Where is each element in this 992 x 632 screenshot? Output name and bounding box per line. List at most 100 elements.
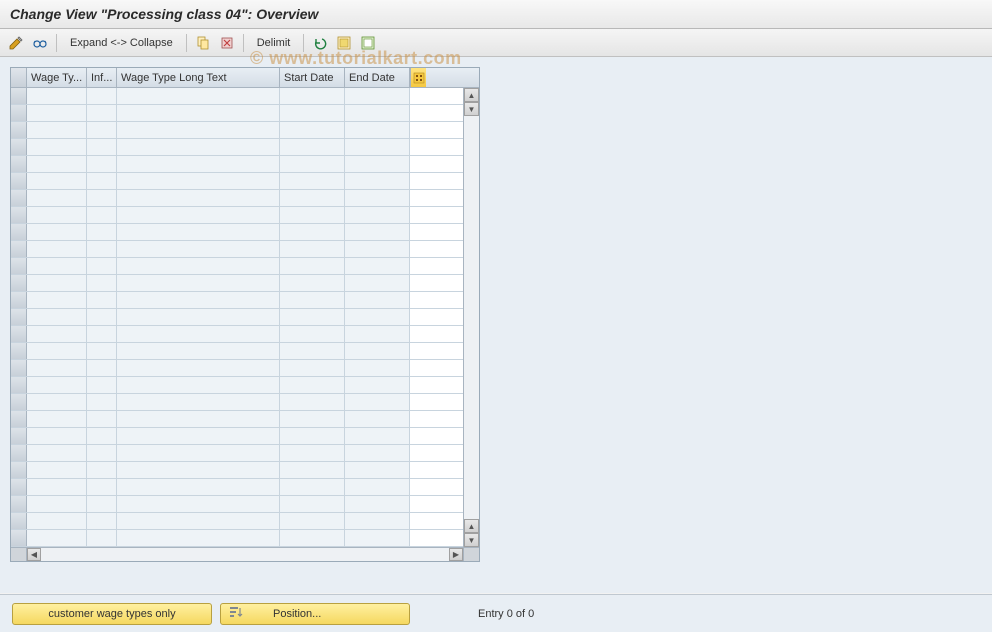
cell-end-date[interactable] <box>345 360 410 376</box>
cell-wage-type[interactable] <box>27 394 87 410</box>
cell-inf[interactable] <box>87 173 117 189</box>
cell-long-text[interactable] <box>117 445 280 461</box>
cell-end-date[interactable] <box>345 207 410 223</box>
row-selector[interactable] <box>11 445 27 461</box>
cell-long-text[interactable] <box>117 156 280 172</box>
row-selector[interactable] <box>11 513 27 529</box>
cell-end-date[interactable] <box>345 275 410 291</box>
cell-inf[interactable] <box>87 530 117 546</box>
col-header-inf[interactable]: Inf... <box>87 68 117 87</box>
cell-long-text[interactable] <box>117 309 280 325</box>
cell-start-date[interactable] <box>280 445 345 461</box>
row-selector[interactable] <box>11 496 27 512</box>
cell-wage-type[interactable] <box>27 241 87 257</box>
cell-end-date[interactable] <box>345 428 410 444</box>
cell-long-text[interactable] <box>117 173 280 189</box>
undo-icon[interactable] <box>310 33 330 53</box>
cell-inf[interactable] <box>87 122 117 138</box>
cell-inf[interactable] <box>87 394 117 410</box>
cell-end-date[interactable] <box>345 326 410 342</box>
cell-start-date[interactable] <box>280 105 345 121</box>
row-selector-header[interactable] <box>11 68 27 87</box>
cell-wage-type[interactable] <box>27 122 87 138</box>
cell-wage-type[interactable] <box>27 207 87 223</box>
cell-start-date[interactable] <box>280 139 345 155</box>
row-selector[interactable] <box>11 462 27 478</box>
cell-start-date[interactable] <box>280 156 345 172</box>
cell-start-date[interactable] <box>280 207 345 223</box>
cell-wage-type[interactable] <box>27 156 87 172</box>
cell-inf[interactable] <box>87 462 117 478</box>
cell-inf[interactable] <box>87 411 117 427</box>
cell-start-date[interactable] <box>280 173 345 189</box>
cell-inf[interactable] <box>87 496 117 512</box>
cell-start-date[interactable] <box>280 224 345 240</box>
row-selector[interactable] <box>11 326 27 342</box>
cell-end-date[interactable] <box>345 173 410 189</box>
cell-end-date[interactable] <box>345 411 410 427</box>
cell-inf[interactable] <box>87 275 117 291</box>
row-selector[interactable] <box>11 479 27 495</box>
cell-start-date[interactable] <box>280 88 345 104</box>
cell-end-date[interactable] <box>345 88 410 104</box>
cell-end-date[interactable] <box>345 190 410 206</box>
cell-inf[interactable] <box>87 156 117 172</box>
row-selector[interactable] <box>11 139 27 155</box>
col-header-start-date[interactable]: Start Date <box>280 68 345 87</box>
cell-inf[interactable] <box>87 360 117 376</box>
row-selector[interactable] <box>11 105 27 121</box>
cell-end-date[interactable] <box>345 122 410 138</box>
cell-end-date[interactable] <box>345 377 410 393</box>
cell-long-text[interactable] <box>117 343 280 359</box>
row-selector[interactable] <box>11 428 27 444</box>
cell-start-date[interactable] <box>280 377 345 393</box>
row-selector[interactable] <box>11 207 27 223</box>
cell-end-date[interactable] <box>345 496 410 512</box>
cell-end-date[interactable] <box>345 139 410 155</box>
cell-long-text[interactable] <box>117 513 280 529</box>
row-selector[interactable] <box>11 190 27 206</box>
cell-start-date[interactable] <box>280 479 345 495</box>
row-selector[interactable] <box>11 530 27 546</box>
row-selector[interactable] <box>11 156 27 172</box>
cell-long-text[interactable] <box>117 360 280 376</box>
cell-inf[interactable] <box>87 428 117 444</box>
position-button[interactable]: Position... <box>220 603 410 625</box>
expand-collapse-button[interactable]: Expand <-> Collapse <box>63 33 180 53</box>
cell-inf[interactable] <box>87 479 117 495</box>
cell-wage-type[interactable] <box>27 309 87 325</box>
scroll-down2-icon[interactable]: ▼ <box>464 533 479 547</box>
scroll-up2-icon[interactable]: ▲ <box>464 519 479 533</box>
cell-end-date[interactable] <box>345 462 410 478</box>
cell-wage-type[interactable] <box>27 530 87 546</box>
cell-long-text[interactable] <box>117 241 280 257</box>
edit-pencil-icon[interactable] <box>6 33 26 53</box>
cell-long-text[interactable] <box>117 190 280 206</box>
delimit-button[interactable]: Delimit <box>250 33 298 53</box>
delete-selected-icon[interactable] <box>217 33 237 53</box>
scroll-down-icon[interactable]: ▼ <box>464 102 479 116</box>
cell-wage-type[interactable] <box>27 377 87 393</box>
cell-wage-type[interactable] <box>27 428 87 444</box>
cell-wage-type[interactable] <box>27 513 87 529</box>
cell-long-text[interactable] <box>117 207 280 223</box>
cell-end-date[interactable] <box>345 241 410 257</box>
col-header-long-text[interactable]: Wage Type Long Text <box>117 68 280 87</box>
cell-long-text[interactable] <box>117 530 280 546</box>
cell-long-text[interactable] <box>117 326 280 342</box>
cell-start-date[interactable] <box>280 326 345 342</box>
cell-inf[interactable] <box>87 343 117 359</box>
cell-inf[interactable] <box>87 292 117 308</box>
cell-wage-type[interactable] <box>27 445 87 461</box>
cell-long-text[interactable] <box>117 292 280 308</box>
cell-end-date[interactable] <box>345 445 410 461</box>
col-header-end-date[interactable]: End Date <box>345 68 410 87</box>
cell-inf[interactable] <box>87 445 117 461</box>
select-all-icon[interactable] <box>334 33 354 53</box>
cell-inf[interactable] <box>87 224 117 240</box>
cell-start-date[interactable] <box>280 411 345 427</box>
cell-inf[interactable] <box>87 513 117 529</box>
row-selector[interactable] <box>11 360 27 376</box>
cell-start-date[interactable] <box>280 513 345 529</box>
glasses-details-icon[interactable] <box>30 33 50 53</box>
